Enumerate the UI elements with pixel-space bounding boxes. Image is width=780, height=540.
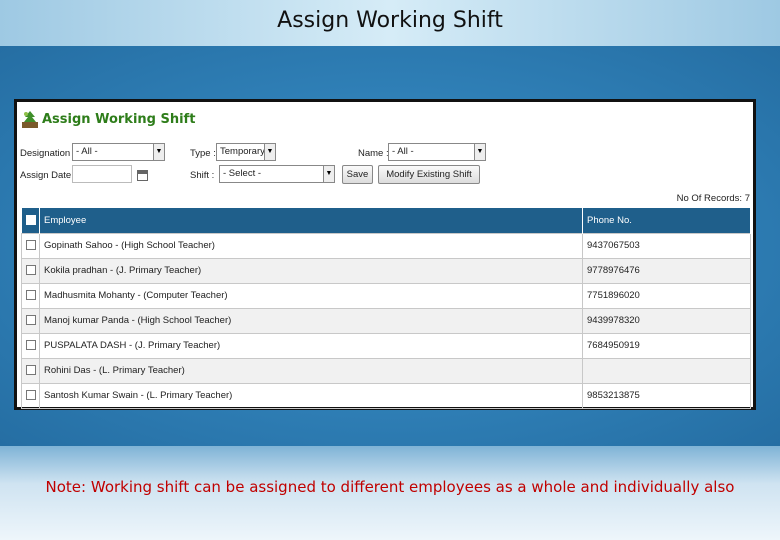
employee-cell: Gopinath Sahoo - (High School Teacher): [39, 232, 583, 259]
record-count: No Of Records: 7: [676, 193, 750, 204]
phone-cell: 7751896020: [582, 282, 751, 309]
chevron-down-icon: ▼: [474, 144, 485, 160]
designation-select[interactable]: - All - ▼: [72, 143, 165, 161]
employee-cell: Manoj kumar Panda - (High School Teacher…: [39, 307, 583, 334]
row-checkbox[interactable]: [26, 365, 36, 376]
row-checkbox[interactable]: [26, 240, 36, 251]
assign-date-label: Assign Date:: [20, 170, 74, 181]
row-checkbox[interactable]: [26, 265, 36, 276]
select-all-checkbox[interactable]: [25, 215, 36, 226]
phone-cell: 9778976476: [582, 257, 751, 284]
name-select[interactable]: - All - ▼: [388, 143, 486, 161]
app-title: Assign Working Shift: [42, 111, 196, 127]
phone-cell: 7684950919: [582, 332, 751, 359]
table-row: Manoj kumar Panda - (High School Teacher…: [21, 307, 751, 334]
phone-cell: 9437067503: [582, 232, 751, 259]
name-select-value: - All -: [392, 146, 414, 157]
save-button[interactable]: Save: [342, 165, 373, 184]
table-header-row: Employee Phone No.: [21, 208, 751, 233]
employee-cell: Kokila pradhan - (J. Primary Teacher): [39, 257, 583, 284]
row-checkbox[interactable]: [26, 290, 36, 301]
employee-cell: PUSPALATA DASH - (J. Primary Teacher): [39, 332, 583, 359]
shift-label: Shift :: [190, 170, 215, 181]
slide-note: Note: Working shift can be assigned to d…: [45, 478, 735, 496]
app-window: Assign Working Shift Designation : - All…: [14, 99, 756, 410]
calendar-icon[interactable]: [137, 170, 148, 181]
table-row: Kokila pradhan - (J. Primary Teacher) 97…: [21, 257, 751, 284]
table-row: Madhusmita Mohanty - (Computer Teacher) …: [21, 282, 751, 309]
designation-select-value: - All -: [76, 146, 98, 157]
type-label: Type :: [190, 148, 216, 159]
type-select[interactable]: Temporary ▼: [216, 143, 276, 161]
chevron-down-icon: ▼: [264, 144, 275, 160]
employee-table: Employee Phone No. Gopinath Sahoo - (Hig…: [21, 208, 751, 409]
column-header-phone: Phone No.: [582, 208, 751, 233]
row-checkbox[interactable]: [26, 390, 36, 401]
chevron-down-icon: ▼: [323, 166, 334, 182]
row-checkbox[interactable]: [26, 315, 36, 326]
employee-cell: Santosh Kumar Swain - (L. Primary Teache…: [39, 382, 583, 409]
table-row: Gopinath Sahoo - (High School Teacher) 9…: [21, 232, 751, 259]
employee-cell: Madhusmita Mohanty - (Computer Teacher): [39, 282, 583, 309]
phone-cell: [582, 357, 751, 384]
shift-select[interactable]: - Select - ▼: [219, 165, 335, 183]
table-row: PUSPALATA DASH - (J. Primary Teacher) 76…: [21, 332, 751, 359]
phone-cell: 9853213875: [582, 382, 751, 409]
table-row: Santosh Kumar Swain - (L. Primary Teache…: [21, 382, 751, 409]
chevron-down-icon: ▼: [153, 144, 164, 160]
type-select-value: Temporary: [220, 146, 265, 157]
select-all-cell: [21, 208, 40, 233]
designation-label: Designation :: [20, 148, 76, 159]
table-row: Rohini Das - (L. Primary Teacher): [21, 357, 751, 384]
slide-title: Assign Working Shift: [0, 0, 780, 46]
name-label: Name :: [358, 148, 389, 159]
modify-existing-shift-button[interactable]: Modify Existing Shift: [378, 165, 480, 184]
row-checkbox[interactable]: [26, 340, 36, 351]
leaf-logo-icon: [22, 111, 38, 128]
shift-select-value: - Select -: [223, 168, 262, 179]
assign-date-input[interactable]: [72, 165, 132, 183]
employee-cell: Rohini Das - (L. Primary Teacher): [39, 357, 583, 384]
phone-cell: 9439978320: [582, 307, 751, 334]
column-header-employee: Employee: [39, 208, 583, 233]
app-header: Assign Working Shift: [22, 107, 195, 131]
